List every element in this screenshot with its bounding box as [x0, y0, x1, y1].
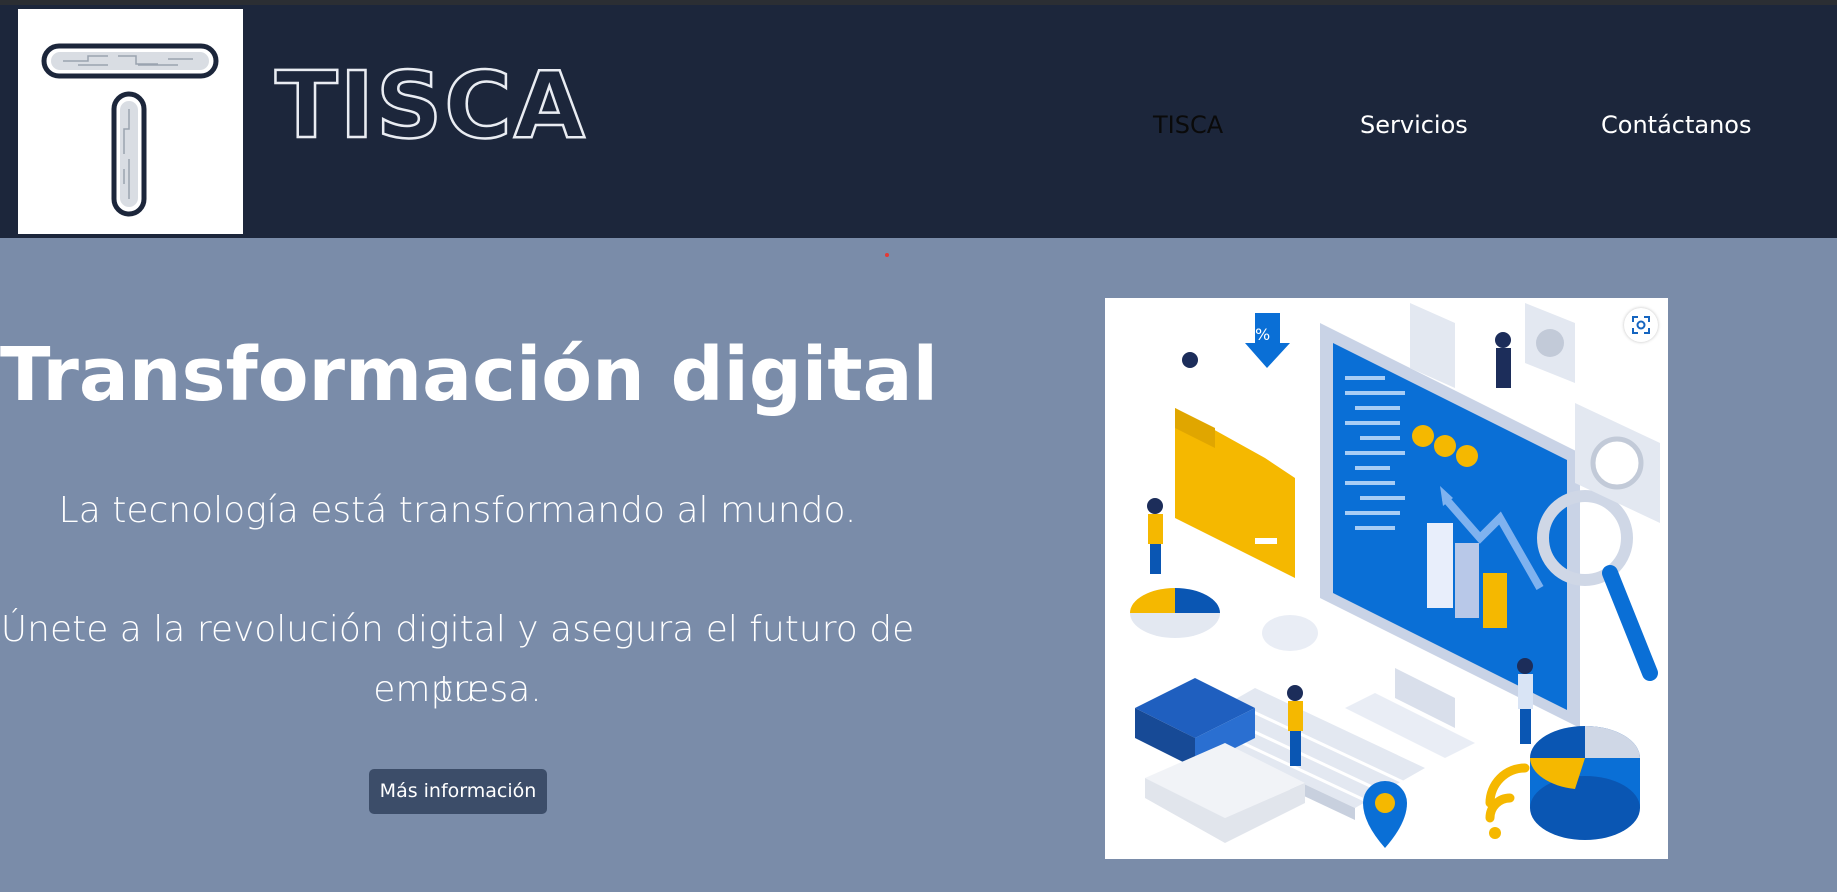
nav-tisca[interactable]: TISCA [1153, 110, 1223, 140]
site-logo[interactable] [18, 9, 243, 234]
hero-section: Transformación digital La tecnología est… [0, 238, 1837, 892]
brand-wordmark: TISCA [274, 52, 587, 159]
navbar: TISCA TISCA Servicios Contáctanos [0, 5, 1837, 238]
hero-illustration: % [1105, 298, 1668, 859]
svg-text:%: % [1255, 325, 1270, 344]
nav-servicios[interactable]: Servicios [1360, 110, 1468, 140]
hero-body-line-2: empresa. [373, 669, 542, 710]
logo-t-icon [41, 43, 219, 217]
nav-contactanos[interactable]: Contáctanos [1601, 110, 1751, 140]
visual-search-icon [1632, 316, 1650, 334]
hero-title: Transformación digital [0, 332, 938, 418]
mas-informacion-button[interactable]: Más información [369, 769, 547, 814]
digital-transformation-illustration: % [1130, 303, 1660, 848]
red-dot-marker [885, 253, 889, 257]
hero-subtitle: La tecnología está transformando al mund… [58, 490, 857, 531]
visual-search-button[interactable] [1624, 308, 1658, 342]
